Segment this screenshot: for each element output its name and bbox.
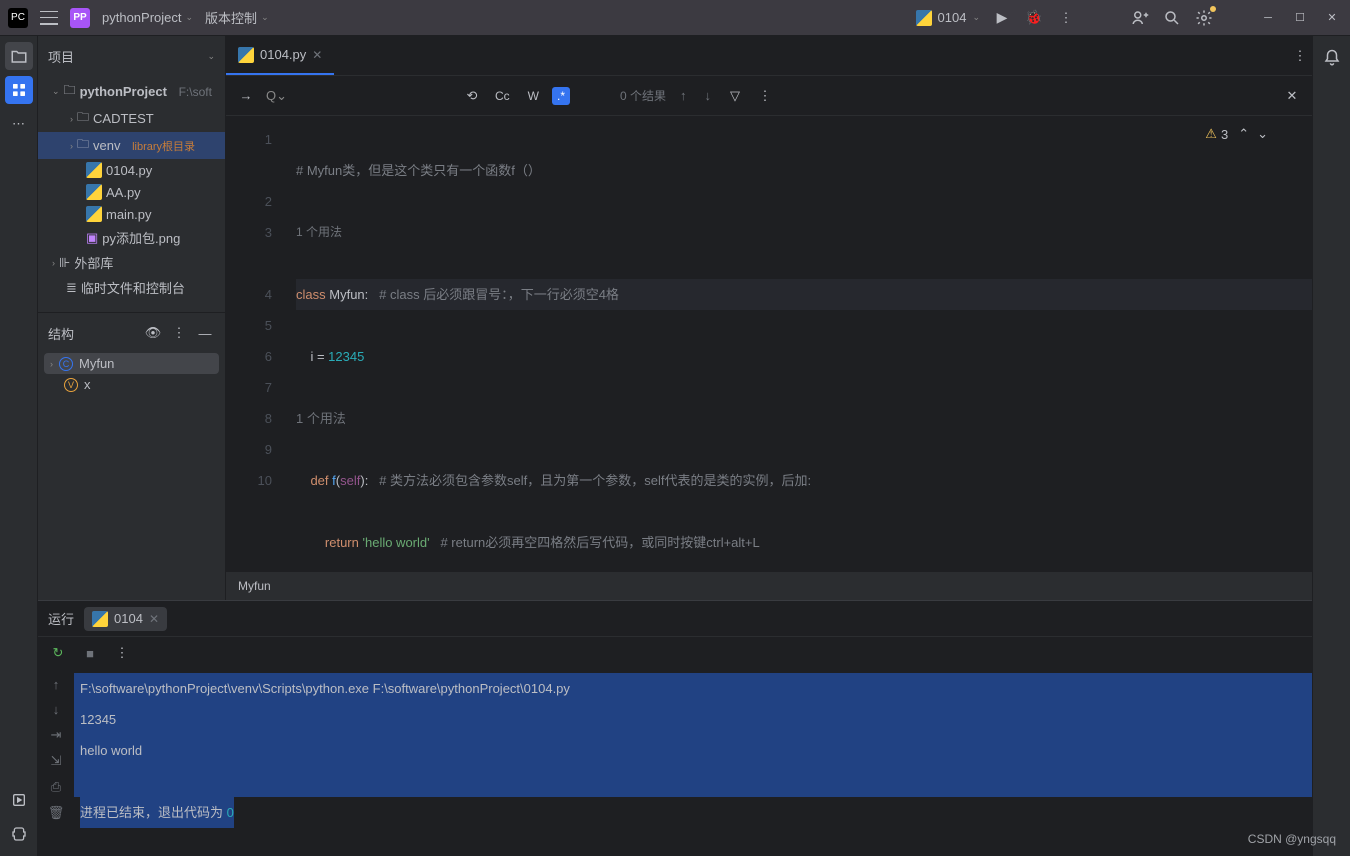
next-match-icon[interactable]: ↓ xyxy=(701,88,716,103)
run-more-icon[interactable]: ⋮ xyxy=(112,643,132,663)
project-panel: 项目 ⌄ ⌄ 🗀 pythonProject F:\soft ›🗀CADTEST… xyxy=(38,36,226,312)
breadcrumb[interactable]: Myfun xyxy=(226,572,1312,600)
structure-panel-title: 结构 xyxy=(48,324,137,343)
run-side-toolbar: ↑ ↓ ⇥ ⇲ ⎙ 🗑 xyxy=(38,669,74,856)
vcs-menu[interactable]: 版本控制⌄ xyxy=(205,8,269,27)
up-icon[interactable]: ↑ xyxy=(53,677,60,692)
tree-file-png[interactable]: ▣py添加包.png xyxy=(38,225,225,250)
hamburger-menu-icon[interactable] xyxy=(40,11,58,25)
nav-forward-icon[interactable]: → xyxy=(236,86,256,106)
warning-icon: ⚠ xyxy=(1205,126,1217,142)
add-user-icon[interactable] xyxy=(1130,8,1150,28)
image-file-icon: ▣ xyxy=(86,230,98,246)
python-file-icon xyxy=(86,162,102,178)
structure-item-x[interactable]: Vx xyxy=(38,374,225,395)
run-config-selector[interactable]: 0104⌄ xyxy=(916,10,980,26)
print-icon[interactable]: ⎙ xyxy=(51,779,61,795)
editor-more-icon[interactable]: ⋮ xyxy=(1288,46,1312,66)
tree-file-0104[interactable]: 0104.py xyxy=(38,159,225,181)
search-icon[interactable] xyxy=(1162,8,1182,28)
variable-icon: V xyxy=(64,378,78,392)
python-file-icon xyxy=(86,184,102,200)
run-tool-icon[interactable] xyxy=(5,786,33,814)
python-icon xyxy=(238,47,254,63)
tree-root[interactable]: ⌄ 🗀 pythonProject F:\soft xyxy=(38,78,225,105)
editor-tabs: 0104.py ✕ ⋮ xyxy=(226,36,1312,76)
watermark: CSDN @yngsqq xyxy=(1248,832,1336,846)
words-toggle[interactable]: W xyxy=(523,87,544,105)
minimize-button[interactable]: ─ xyxy=(1258,8,1278,28)
debug-button[interactable]: 🐞 xyxy=(1024,8,1044,28)
chevron-down-icon[interactable]: ⌄ xyxy=(207,51,215,62)
python-console-icon[interactable] xyxy=(5,820,33,848)
project-selector[interactable]: pythonProject⌄ xyxy=(102,10,193,25)
inspection-badge[interactable]: ⚠3⌃⌄ xyxy=(1205,126,1268,142)
tree-file-main[interactable]: main.py xyxy=(38,203,225,225)
close-button[interactable]: ✕ xyxy=(1322,8,1342,28)
console-output[interactable]: F:\software\pythonProject\venv\Scripts\p… xyxy=(74,669,1312,856)
regex-toggle[interactable]: .* xyxy=(552,87,570,105)
run-panel-title: 运行 xyxy=(48,609,74,628)
collapse-icon[interactable]: — xyxy=(195,323,215,343)
editor-tab-0104[interactable]: 0104.py ✕ xyxy=(226,36,334,75)
structure-panel: 结构 👁 ⋮ — ›CMyfun Vx xyxy=(38,312,226,600)
settings-icon[interactable] xyxy=(1194,8,1214,28)
close-run-tab-icon[interactable]: ✕ xyxy=(149,612,159,626)
run-button[interactable]: ▶ xyxy=(992,8,1012,28)
softwrap-icon[interactable]: ⇥ xyxy=(51,727,62,743)
structure-item-myfun[interactable]: ›CMyfun xyxy=(44,353,219,374)
line-gutter: 12345678910 xyxy=(226,116,286,572)
tree-ext-lib[interactable]: ›⊪外部库 xyxy=(38,250,225,275)
history-icon[interactable]: ⟲ xyxy=(462,86,482,106)
editor-area: 0104.py ✕ ⋮ → Q⌄ ⟲ Cc W .* 0 个结果 ↑ ↓ ▽ ⋮… xyxy=(226,36,1312,600)
more-icon[interactable]: ⋮ xyxy=(169,323,189,343)
project-panel-title: 项目 xyxy=(48,47,201,66)
search-more-icon[interactable]: ⋮ xyxy=(755,86,775,106)
titlebar: PC PP pythonProject⌄ 版本控制⌄ 0104⌄ ▶ 🐞 ⋮ ─… xyxy=(0,0,1350,36)
visibility-icon[interactable]: 👁 xyxy=(143,323,163,343)
tree-file-aa[interactable]: AA.py xyxy=(38,181,225,203)
scroll-icon[interactable]: ⇲ xyxy=(51,753,62,769)
search-bar: → Q⌄ ⟲ Cc W .* 0 个结果 ↑ ↓ ▽ ⋮ ✕ xyxy=(226,76,1312,116)
filter-icon[interactable]: ▽ xyxy=(725,86,745,106)
python-icon xyxy=(92,611,108,627)
search-results-count: 0 个结果 xyxy=(620,87,666,104)
tree-folder-cadtest[interactable]: ›🗀CADTEST xyxy=(38,105,225,132)
right-tool-rail xyxy=(1312,36,1350,856)
project-tool-icon[interactable] xyxy=(5,42,33,70)
app-icon: PC xyxy=(8,8,28,28)
search-input[interactable]: Q⌄ xyxy=(266,88,446,104)
down-icon[interactable]: ↓ xyxy=(53,702,60,717)
stop-button[interactable]: ■ xyxy=(80,643,100,663)
python-file-icon xyxy=(86,206,102,222)
match-case-toggle[interactable]: Cc xyxy=(490,87,515,105)
tree-folder-venv[interactable]: ›🗀venv library根目录 xyxy=(38,132,225,159)
close-search-icon[interactable]: ✕ xyxy=(1282,86,1302,106)
notifications-icon[interactable] xyxy=(1322,48,1342,68)
more-actions-icon[interactable]: ⋮ xyxy=(1056,8,1076,28)
tree-scratch[interactable]: ≣临时文件和控制台 xyxy=(38,275,225,300)
rerun-button[interactable]: ↻ xyxy=(48,643,68,663)
run-tab-0104[interactable]: 0104 ✕ xyxy=(84,607,167,631)
trash-icon[interactable]: 🗑 xyxy=(48,805,65,821)
python-icon xyxy=(916,10,932,26)
more-tools-icon[interactable]: ⋯ xyxy=(5,110,33,138)
maximize-button[interactable]: ☐ xyxy=(1290,8,1310,28)
code-editor[interactable]: 12345678910 # Myfun类，但是这个类只有一个函数f（） 1 个用… xyxy=(226,116,1312,572)
project-badge: PP xyxy=(70,8,90,28)
left-tool-rail: ⋯ xyxy=(0,36,38,856)
close-tab-icon[interactable]: ✕ xyxy=(312,48,322,62)
class-icon: C xyxy=(59,357,73,371)
run-panel: 运行 0104 ✕ ↻ ■ ⋮ ↑ ↓ ⇥ ⇲ ⎙ 🗑 F:\software\… xyxy=(38,600,1312,856)
structure-tool-icon[interactable] xyxy=(5,76,33,104)
prev-match-icon[interactable]: ↑ xyxy=(676,88,691,103)
